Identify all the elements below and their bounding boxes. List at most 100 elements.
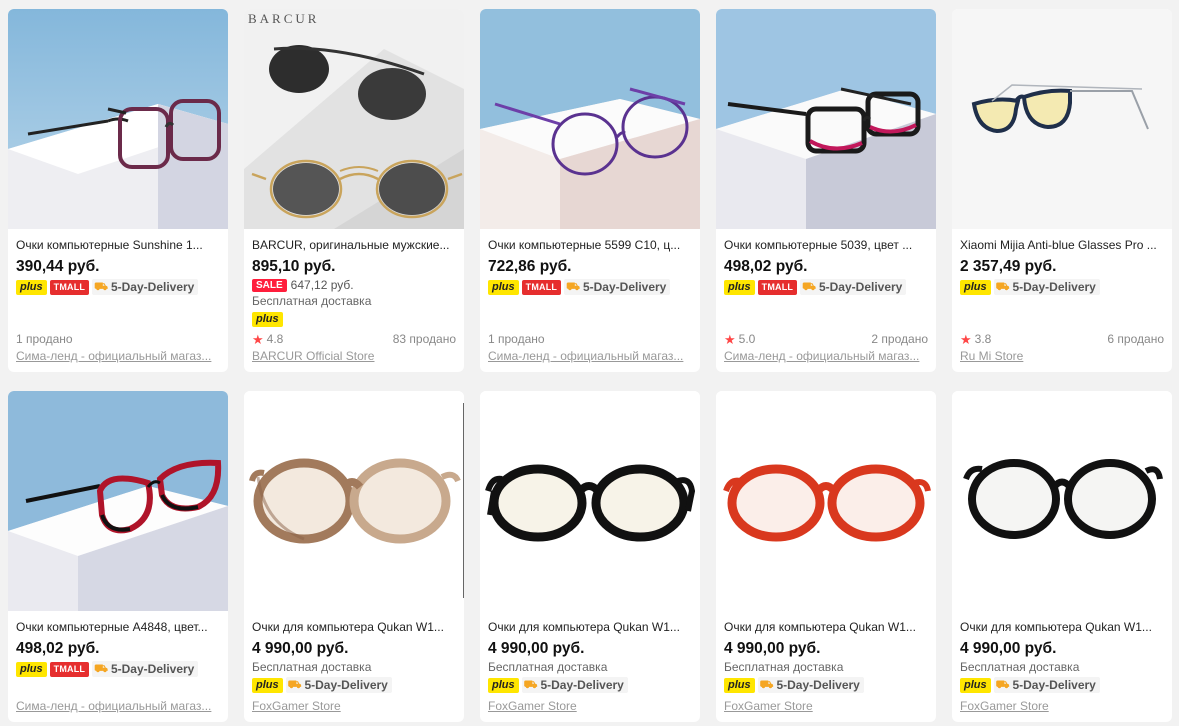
product-card[interactable]: Очки компьютерные 5599 С10, ц... 722,86 … (480, 9, 700, 372)
store-link[interactable]: Сима-ленд - официальный магаз... (16, 348, 220, 364)
product-price: 498,02 руб. (16, 640, 100, 657)
product-card[interactable]: Очки для компьютера Qukan W1... 4 990,00… (480, 391, 700, 722)
free-shipping: Бесплатная доставка (252, 660, 372, 674)
product-card[interactable]: Очки для компьютера Qukan W1... 4 990,00… (244, 391, 464, 722)
delivery-truck-icon: ⛟ (995, 679, 1010, 691)
badge-row: plus (252, 311, 456, 327)
rating: ★ 5.0 (724, 332, 756, 347)
glasses-black-pink-icon (716, 9, 936, 229)
delivery-truck-icon: ⛟ (523, 679, 538, 691)
sold-count: 1 продано (16, 332, 73, 346)
product-title[interactable]: BARCUR, оригинальные мужские... (252, 238, 456, 253)
product-title[interactable]: Очки для компьютера Qukan W1... (960, 620, 1164, 635)
product-image[interactable] (716, 9, 936, 229)
product-title[interactable]: Очки компьютерные 5599 С10, ц... (488, 238, 692, 253)
product-title[interactable]: Очки для компьютера Qukan W1... (488, 620, 692, 635)
glasses-round-red-icon (716, 391, 936, 611)
store-link[interactable]: Сима-ленд - официальный магаз... (16, 698, 220, 714)
delivery-truck-icon: ⛟ (94, 663, 108, 675)
product-image[interactable] (480, 391, 700, 611)
badge-row: plus ⛟ 5-Day-Delivery (724, 677, 928, 693)
product-card[interactable]: Очки компьютерные Sunshine 1... 390,44 р… (8, 9, 228, 372)
tmall-badge: TMALL (49, 661, 90, 677)
store-link[interactable]: Ru Mi Store (960, 348, 1164, 364)
product-image[interactable] (716, 391, 936, 611)
product-image[interactable] (8, 9, 228, 229)
badge-row: plus TMALL ⛟ 5-Day-Delivery (16, 279, 220, 295)
badge-row: plus ⛟ 5-Day-Delivery (488, 677, 692, 693)
tmall-badge: TMALL (49, 279, 90, 295)
product-card[interactable]: Очки компьютерные А4848, цвет... 498,02 … (8, 391, 228, 722)
product-image[interactable] (480, 9, 700, 229)
delivery-truck-icon: ⛟ (995, 281, 1010, 293)
product-image[interactable] (8, 391, 228, 611)
product-card[interactable]: Очки для компьютера Qukan W1... 4 990,00… (952, 391, 1172, 722)
glasses-round-black-2-icon (952, 391, 1172, 611)
delivery-badge: ⛟ 5-Day-Delivery (285, 677, 392, 693)
delivery-badge: ⛟ 5-Day-Delivery (564, 279, 671, 295)
delivery-badge: ⛟ 5-Day-Delivery (993, 279, 1100, 295)
badge-row: plus TMALL ⛟ 5-Day-Delivery (488, 279, 692, 295)
badge-row: plus TMALL ⛟ 5-Day-Delivery (724, 279, 928, 295)
plus-badge: plus (488, 677, 519, 693)
plus-badge: plus (960, 677, 991, 693)
product-image[interactable] (244, 391, 464, 611)
delivery-badge: ⛟ 5-Day-Delivery (92, 661, 199, 677)
product-title[interactable]: Очки для компьютера Qukan W1... (252, 620, 456, 635)
plus-badge: plus (488, 279, 519, 295)
product-price: 4 990,00 руб. (252, 640, 349, 657)
plus-badge: plus (16, 661, 47, 677)
plus-badge: plus (252, 677, 283, 693)
store-link[interactable]: Сима-ленд - официальный магаз... (488, 348, 692, 364)
store-link[interactable]: FoxGamer Store (252, 698, 456, 714)
delivery-badge: ⛟ 5-Day-Delivery (993, 677, 1100, 693)
free-shipping: Бесплатная доставка (252, 294, 372, 308)
store-link[interactable]: FoxGamer Store (960, 698, 1164, 714)
delivery-badge: ⛟ 5-Day-Delivery (92, 279, 199, 295)
glasses-round-black-icon (480, 391, 700, 611)
free-shipping: Бесплатная доставка (488, 660, 608, 674)
star-icon: ★ (724, 332, 736, 347)
delivery-badge: ⛟ 5-Day-Delivery (521, 677, 628, 693)
store-link[interactable]: BARCUR Official Store (252, 348, 456, 364)
rating: ★ 3.8 (960, 332, 992, 347)
divider (463, 403, 464, 598)
delivery-truck-icon: ⛟ (759, 679, 774, 691)
store-link[interactable]: FoxGamer Store (488, 698, 692, 714)
product-price: 390,44 руб. (16, 258, 100, 275)
store-link[interactable]: FoxGamer Store (724, 698, 928, 714)
sold-count: 83 продано (392, 332, 456, 346)
free-shipping: Бесплатная доставка (960, 660, 1080, 674)
product-title[interactable]: Очки для компьютера Qukan W1... (724, 620, 928, 635)
sold-count: 1 продано (488, 332, 545, 346)
glasses-xiaomi-icon (952, 9, 1172, 229)
product-title[interactable]: Очки компьютерные 5039, цвет ... (724, 238, 928, 253)
product-title[interactable]: Очки компьютерные А4848, цвет... (16, 620, 220, 635)
delivery-truck-icon: ⛟ (94, 281, 108, 293)
old-price: 647,12 руб. (290, 278, 354, 292)
product-title[interactable]: Xiaomi Mijia Anti-blue Glasses Pro ... (960, 238, 1164, 253)
star-icon: ★ (960, 332, 972, 347)
sold-count: 6 продано (1107, 332, 1164, 346)
product-image[interactable] (952, 391, 1172, 611)
badge-row: plus TMALL ⛟ 5-Day-Delivery (16, 661, 220, 677)
delivery-truck-icon: ⛟ (802, 281, 816, 293)
badge-row: plus ⛟ 5-Day-Delivery (252, 677, 456, 693)
product-card[interactable]: BARCUR BARCUR, оригинальные мужские... 8… (244, 9, 464, 372)
plus-badge: plus (724, 279, 755, 295)
store-link[interactable]: Сима-ленд - официальный магаз... (724, 348, 928, 364)
product-price: 895,10 руб. (252, 258, 336, 275)
product-card[interactable]: Xiaomi Mijia Anti-blue Glasses Pro ... 2… (952, 9, 1172, 372)
sale-row: SALE 647,12 руб. (252, 278, 456, 292)
rating: ★ 4.8 (252, 332, 284, 347)
product-card[interactable]: Очки для компьютера Qukan W1... 4 990,00… (716, 391, 936, 722)
product-card[interactable]: Очки компьютерные 5039, цвет ... 498,02 … (716, 9, 936, 372)
product-image[interactable]: BARCUR (244, 9, 464, 229)
glasses-purple-frame-icon (8, 9, 228, 229)
brand-logo: BARCUR (248, 11, 320, 26)
product-price: 498,02 руб. (724, 258, 808, 275)
free-shipping: Бесплатная доставка (724, 660, 844, 674)
product-price: 2 357,49 руб. (960, 258, 1057, 275)
product-image[interactable] (952, 9, 1172, 229)
product-title[interactable]: Очки компьютерные Sunshine 1... (16, 238, 220, 253)
